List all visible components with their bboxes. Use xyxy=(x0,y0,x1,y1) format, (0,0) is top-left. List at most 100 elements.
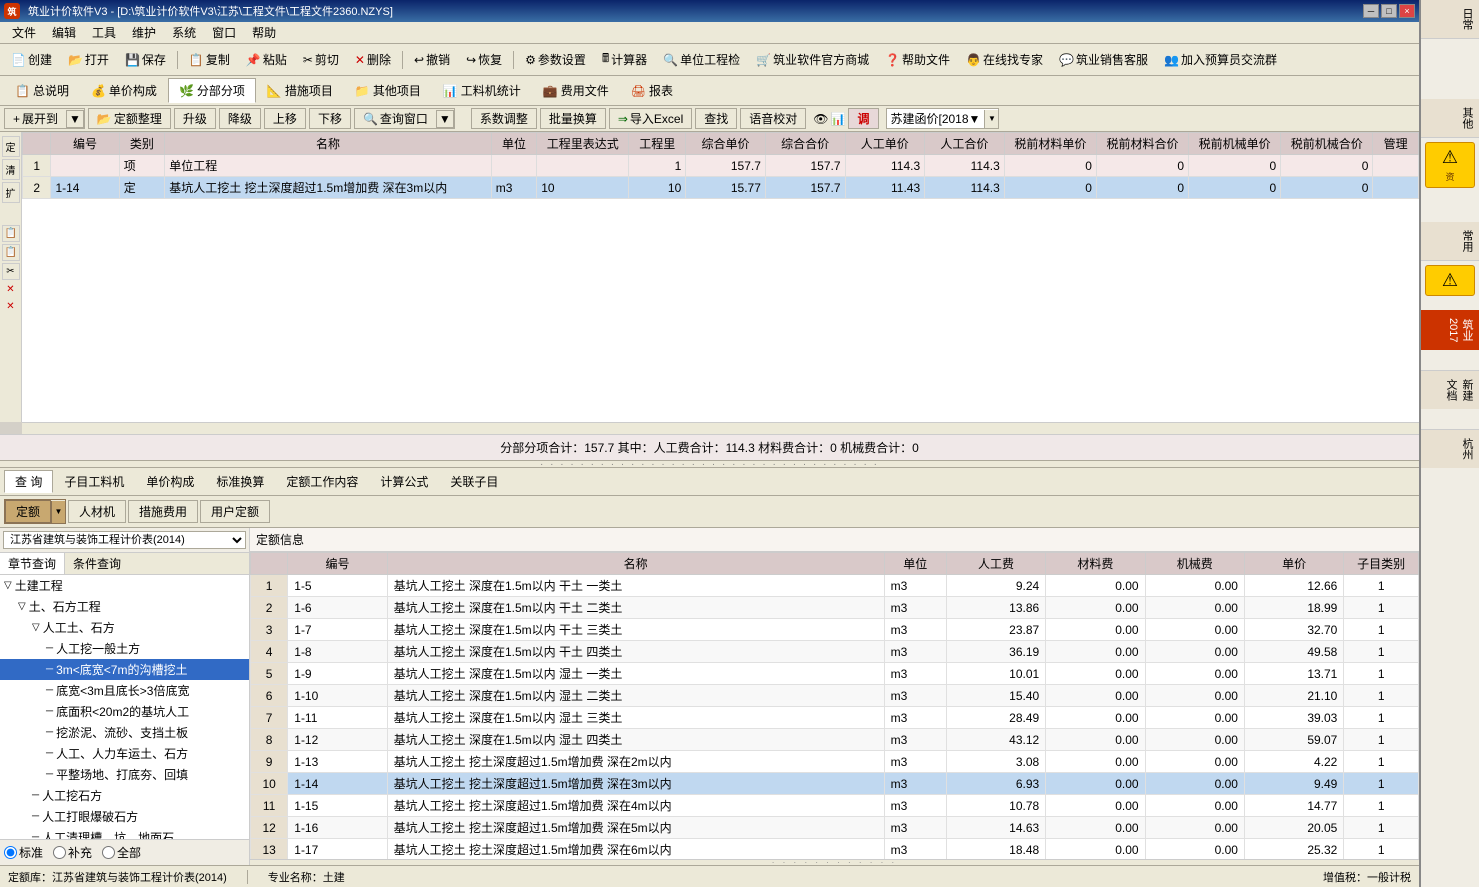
menu-system[interactable]: 系统 xyxy=(164,22,204,43)
table-row[interactable]: 1项单位工程1157.7157.7114.3114.30000 xyxy=(23,155,1419,177)
tree-scroll-area[interactable]: ▽土建工程▽土、石方工程▽人工土、石方─ 人工挖一般土方─ 3m<底宽<7m的沟… xyxy=(0,575,249,839)
toolbar-group[interactable]: 👥 加入预算员交流群 xyxy=(1157,48,1284,71)
def-table-row[interactable]: 21-6基坑人工挖土 深度在1.5m以内 干土 二类土m313.860.000.… xyxy=(251,597,1419,619)
coeff-adjust-btn[interactable]: 系数调整 xyxy=(471,108,537,129)
tree-item[interactable]: ─ 3m<底宽<7m的沟槽挖土 xyxy=(0,659,249,680)
def-table-row[interactable]: 71-11基坑人工挖土 深度在1.5m以内 湿土 三类土m328.490.000… xyxy=(251,707,1419,729)
tab-unit-price-compose[interactable]: 单价构成 xyxy=(135,470,205,493)
close-button[interactable]: × xyxy=(1399,4,1415,18)
menu-window[interactable]: 窗口 xyxy=(204,22,244,43)
move-down-btn[interactable]: 下移 xyxy=(309,108,351,129)
radio-supplement[interactable]: 补充 xyxy=(53,844,92,861)
menu-file[interactable]: 文件 xyxy=(4,22,44,43)
move-up-btn[interactable]: 上移 xyxy=(264,108,306,129)
left-icon-5[interactable]: 📋 xyxy=(2,244,20,261)
toolbar-cut[interactable]: ✂ 剪切 xyxy=(296,48,346,71)
toolbar-expert[interactable]: 👨 在线找专家 xyxy=(959,48,1050,71)
def-table-row[interactable]: 11-5基坑人工挖土 深度在1.5m以内 干土 一类土m39.240.000.0… xyxy=(251,575,1419,597)
tab-other-items[interactable]: 📁 其他项目 xyxy=(344,78,432,103)
left-icon-7[interactable]: ✕ xyxy=(2,282,20,297)
resize-handle[interactable]: · · · · · · · · · · · · · · · · · · · · … xyxy=(0,460,1419,468)
def-table-row[interactable]: 91-13基坑人工挖土 挖土深度超过1.5m增加费 深在2m以内m33.080.… xyxy=(251,751,1419,773)
def-table-row[interactable]: 111-15基坑人工挖土 挖土深度超过1.5m增加费 深在4m以内m310.78… xyxy=(251,795,1419,817)
tab-report[interactable]: 🖨 报表 xyxy=(620,78,684,103)
def-table-row[interactable]: 41-8基坑人工挖土 深度在1.5m以内 干土 四类土m336.190.000.… xyxy=(251,641,1419,663)
tree-item[interactable]: ─ 人工清理槽、坑、地面石 xyxy=(0,827,249,839)
main-hscroll[interactable] xyxy=(22,422,1419,434)
tab-summary[interactable]: 📋 总说明 xyxy=(4,78,80,103)
tab-query[interactable]: 查 询 xyxy=(4,470,53,493)
import-excel-btn[interactable]: ⇒ 导入Excel xyxy=(609,108,692,129)
sub-tab-measure-fee[interactable]: 措施费用 xyxy=(128,500,198,523)
menu-tools[interactable]: 工具 xyxy=(84,22,124,43)
def-table-row[interactable]: 81-12基坑人工挖土 深度在1.5m以内 湿土 四类土m343.120.000… xyxy=(251,729,1419,751)
left-icon-4[interactable]: 📋 xyxy=(2,225,20,242)
left-icon-8[interactable]: ✕ xyxy=(2,299,20,314)
tree-item[interactable]: ▽人工土、石方 xyxy=(0,617,249,638)
sub-tab-user-quota[interactable]: 用户定额 xyxy=(200,500,270,523)
tab-child-materials[interactable]: 子目工料机 xyxy=(53,470,135,493)
tab-calc-formula[interactable]: 计算公式 xyxy=(369,470,439,493)
menu-edit[interactable]: 编辑 xyxy=(44,22,84,43)
tree-item[interactable]: ─ 人工挖一般土方 xyxy=(0,638,249,659)
right-tab-common[interactable]: 常用 xyxy=(1421,222,1479,261)
tab-std-convert[interactable]: 标准换算 xyxy=(205,470,275,493)
query-dropdown[interactable]: ▼ xyxy=(436,110,454,128)
sub-tab-quota-dropdown[interactable]: ▼ xyxy=(51,501,65,523)
def-table-row[interactable]: 61-10基坑人工挖土 深度在1.5m以内 湿土 二类土m315.400.000… xyxy=(251,685,1419,707)
library-select[interactable]: 江苏省建筑与装饰工程计价表(2014) xyxy=(3,531,246,549)
tree-item[interactable]: ─ 平整场地、打底夯、回填 xyxy=(0,764,249,785)
def-table-scroll[interactable]: 编号 名称 单位 人工费 材料费 机械费 单价 子目类别 xyxy=(250,552,1419,859)
upgrade-btn[interactable]: 升级 xyxy=(174,108,216,129)
right-tab-daily[interactable]: 日常 xyxy=(1421,0,1479,39)
def-table-row[interactable]: 31-7基坑人工挖土 深度在1.5m以内 干土 三类土m323.870.000.… xyxy=(251,619,1419,641)
toolbar-calc[interactable]: 🖩 计算器 xyxy=(595,46,654,73)
tree-item[interactable]: ─ 人工挖石方 xyxy=(0,785,249,806)
degrade-btn[interactable]: 降级 xyxy=(219,108,261,129)
left-icon-2[interactable]: 清 xyxy=(2,159,20,180)
toolbar-paste[interactable]: 📌 粘贴 xyxy=(239,48,294,71)
def-table-row[interactable]: 51-9基坑人工挖土 深度在1.5m以内 湿土 一类土m310.010.000.… xyxy=(251,663,1419,685)
condition-search-tab[interactable]: 条件查询 xyxy=(65,553,129,574)
expand-btn[interactable]: + 展开到 xyxy=(5,109,66,128)
left-icon-3[interactable]: 扩 xyxy=(2,182,20,203)
toolbar-redo[interactable]: ↪ 恢复 xyxy=(459,48,509,71)
right-tab-zhuye[interactable]: 筑业2017 xyxy=(1421,310,1479,350)
left-icon-1[interactable]: 定 xyxy=(2,136,20,157)
menu-maintain[interactable]: 维护 xyxy=(124,22,164,43)
def-table-row[interactable]: 131-17基坑人工挖土 挖土深度超过1.5m增加费 深在6m以内m318.48… xyxy=(251,839,1419,860)
menu-help[interactable]: 帮助 xyxy=(244,22,284,43)
tree-item[interactable]: ─ 人工打眼爆破石方 xyxy=(0,806,249,827)
maximize-button[interactable]: □ xyxy=(1381,4,1397,18)
def-table-row[interactable]: 101-14基坑人工挖土 挖土深度超过1.5m增加费 深在3m以内m36.930… xyxy=(251,773,1419,795)
right-tab-new[interactable]: 新建文档 xyxy=(1421,370,1479,409)
sub-tab-labor-machine[interactable]: 人材机 xyxy=(68,500,126,523)
radio-standard[interactable]: 标准 xyxy=(4,844,43,861)
quota-manage-btn[interactable]: 📂 定额整理 xyxy=(88,108,171,129)
minimize-button[interactable]: － xyxy=(1363,4,1379,18)
toolbar-open[interactable]: 📂 打开 xyxy=(61,48,116,71)
adjust-label-btn[interactable]: 调 xyxy=(848,108,878,129)
table-row[interactable]: 21-14定基坑人工挖土 挖土深度超过1.5m增加费 深在3m以内m310101… xyxy=(23,177,1419,199)
right-tab-other[interactable]: 其他 xyxy=(1421,99,1479,138)
province-dropdown[interactable]: ▼ xyxy=(984,110,998,128)
toolbar-copy[interactable]: 📋 复制 xyxy=(182,48,237,71)
batch-calc-btn[interactable]: 批量换算 xyxy=(540,108,606,129)
tab-related-items[interactable]: 关联子目 xyxy=(439,470,509,493)
toolbar-help-file[interactable]: ❓ 帮助文件 xyxy=(878,48,957,71)
toolbar-unit-check[interactable]: 🔍 单位工程检 xyxy=(656,48,747,71)
tree-item[interactable]: ▽土建工程 xyxy=(0,575,249,596)
toolbar-shop[interactable]: 🛒 筑业软件官方商城 xyxy=(749,48,876,71)
tree-item[interactable]: ─ 底面积<20m2的基坑人工 xyxy=(0,701,249,722)
tab-work-content[interactable]: 定额工作内容 xyxy=(275,470,369,493)
tree-item[interactable]: ─ 人工、人力车运土、石方 xyxy=(0,743,249,764)
query-window-btn[interactable]: 🔍 查询窗口 xyxy=(355,109,436,128)
right-tab-hangzhou[interactable]: 杭州 xyxy=(1421,429,1479,468)
tree-item[interactable]: ─ 底宽<3m且底长>3倍底宽 xyxy=(0,680,249,701)
toolbar-delete[interactable]: ✕ 删除 xyxy=(348,48,398,71)
voice-check-btn[interactable]: 语音校对 xyxy=(740,108,806,129)
tab-unit-price[interactable]: 💰 单价构成 xyxy=(80,78,168,103)
tree-item[interactable]: ▽土、石方工程 xyxy=(0,596,249,617)
toolbar-service[interactable]: 💬 筑业销售客服 xyxy=(1052,48,1155,71)
tab-fee-file[interactable]: 💼 费用文件 xyxy=(532,78,620,103)
